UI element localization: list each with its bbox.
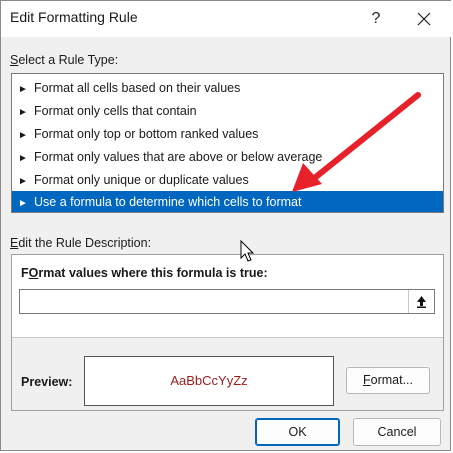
formula-section: FOrmat values where this formula is true… [12, 255, 443, 338]
triangle-right-icon: ► [18, 107, 28, 118]
close-button[interactable] [404, 5, 444, 33]
rule-type-list[interactable]: ► Format all cells based on their values … [11, 73, 444, 213]
format-button[interactable]: Format... [346, 367, 430, 394]
rule-description-label: Edit the Rule Description: [10, 236, 152, 250]
triangle-right-icon: ► [18, 176, 28, 187]
rule-type-item[interactable]: ► Format only top or bottom ranked values [12, 123, 443, 146]
preview-box: AaBbCcYyZz [84, 356, 334, 406]
cancel-button[interactable]: Cancel [353, 418, 441, 446]
preview-sample-text: AaBbCcYyZz [170, 373, 248, 388]
formula-label: FOrmat values where this formula is true… [21, 266, 268, 280]
rule-type-item-selected[interactable]: ► Use a formula to determine which cells … [12, 191, 443, 212]
mouse-pointer-icon [240, 240, 255, 262]
help-icon: ? [371, 10, 381, 27]
close-icon [417, 12, 431, 26]
rule-type-label: Select a Rule Type: [10, 53, 119, 67]
collapse-dialog-icon [417, 296, 426, 308]
dialog-title: Edit Formatting Rule [10, 9, 138, 25]
help-button[interactable]: ? [359, 5, 393, 33]
rule-description-panel: FOrmat values where this formula is true… [11, 254, 444, 411]
triangle-right-icon: ► [18, 130, 28, 141]
edit-formatting-rule-dialog: Edit Formatting Rule ? Select a Rule Typ… [0, 0, 452, 451]
rule-type-item[interactable]: ► Format only values that are above or be… [12, 146, 443, 169]
triangle-right-icon: ► [18, 198, 28, 209]
rule-type-item[interactable]: ► Format all cells based on their values [12, 77, 443, 100]
rule-type-item[interactable]: ► Format only cells that contain [12, 100, 443, 123]
triangle-right-icon: ► [18, 153, 28, 164]
triangle-right-icon: ► [18, 84, 28, 95]
collapse-dialog-button[interactable] [408, 290, 434, 313]
formula-input[interactable] [19, 289, 435, 314]
preview-label: Preview: [21, 375, 73, 389]
title-bar: Edit Formatting Rule ? [1, 1, 452, 37]
rule-type-item[interactable]: ► Format only unique or duplicate values [12, 169, 443, 192]
ok-button[interactable]: OK [255, 418, 340, 446]
